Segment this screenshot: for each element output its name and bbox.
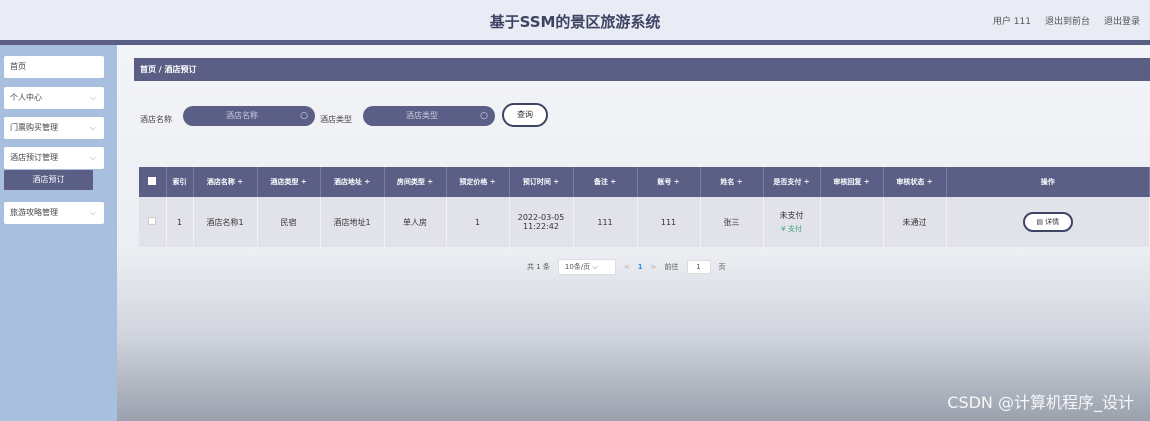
col-room-type[interactable]: 房间类型 ÷ [384,167,447,197]
sidebar-item-label: 首页 [10,62,26,71]
sidebar-item-travel-guide-management[interactable]: 旅游攻略管理 ⌵ [4,202,104,224]
sidebar-item-label: 门票购买管理 [10,123,58,132]
pagination: 共 1 条 10条/页 ⌵ < 1 > 前往 1 页 [527,259,726,275]
hotel-name-label: 酒店名称 [140,115,172,124]
booking-clock: 11:22:42 [523,222,559,231]
sidebar: 首页 个人中心 ⌵ 门票购买管理 ⌵ 酒店预订管理 ⌵ 酒店预订 旅游攻略管理 ⌵ [0,45,117,421]
col-review-reply[interactable]: 审核回复 ÷ [820,167,884,197]
top-header: 基于SSM的景区旅游系统 用户 111 退出到前台 退出登录 [0,0,1150,40]
goto-label: 前往 [664,263,679,271]
sidebar-item-hotel-booking-management[interactable]: 酒店预订管理 ⌵ [4,147,104,169]
col-paid[interactable]: 是否支付 ÷ [763,167,821,197]
pay-link[interactable]: ¥ 支付 [764,224,820,234]
search-icon: ○ [300,111,308,121]
col-remark[interactable]: 备注 ÷ [573,167,638,197]
current-page[interactable]: 1 [638,263,643,271]
back-to-front-link[interactable]: 退出到前台 [1045,14,1090,27]
col-name[interactable]: 姓名 ÷ [700,167,764,197]
cell-hotel-type: 民宿 [257,197,321,247]
cell-booking-time: 2022-03-05 11:22:42 [509,197,574,247]
cell-review-status: 未通过 [883,197,947,247]
col-hotel-type[interactable]: 酒店类型 ÷ [257,167,321,197]
table-row: 1 酒店名称1 民宿 酒店地址1 单人房 1 2022-03-05 11:22:… [139,197,1150,247]
app-title: 基于SSM的景区旅游系统 [489,13,661,31]
cell-hotel-name: 酒店名称1 [193,197,258,247]
hotel-name-input[interactable]: 酒店名称 ○ [183,106,315,126]
col-booking-time[interactable]: 预订时间 ÷ [509,167,574,197]
hotel-type-input[interactable]: 酒店类型 ○ [363,106,495,126]
watermark: CSDN @计算机程序_设计 [947,393,1134,412]
detail-button-label: 详情 [1045,218,1060,226]
prev-page-button[interactable]: < [624,263,630,271]
page-size-value: 10条/页 [564,263,591,271]
goto-page-input[interactable]: 1 [686,260,711,274]
detail-button[interactable]: ▤ 详情 [1022,212,1073,232]
hotel-type-placeholder: 酒店类型 [406,111,438,120]
table-header-row: 索引 酒店名称 ÷ 酒店类型 ÷ 酒店地址 ÷ 房间类型 ÷ 预定价格 ÷ 预订… [139,167,1150,197]
cell-review-reply [820,197,884,247]
header-actions: 用户 111 退出到前台 退出登录 [993,14,1140,27]
next-page-button[interactable]: > [651,263,657,271]
col-account[interactable]: 账号 ÷ [637,167,701,197]
cell-remark: 111 [573,197,638,247]
query-button[interactable]: 查询 [502,103,548,127]
chevron-down-icon: ⌵ [89,208,96,217]
cell-account: 111 [637,197,701,247]
logout-link[interactable]: 退出登录 [1104,14,1140,27]
sidebar-item-ticket-management[interactable]: 门票购买管理 ⌵ [4,117,104,139]
sidebar-item-label: 酒店预订 [32,175,65,184]
search-icon: ○ [480,111,488,121]
chevron-down-icon: ⌵ [89,123,96,132]
breadcrumb: 首页 / 酒店预订 [134,58,1150,81]
cell-name: 张三 [700,197,764,247]
cell-price: 1 [446,197,510,247]
col-hotel-name[interactable]: 酒店名称 ÷ [193,167,258,197]
sidebar-item-home[interactable]: 首页 [4,56,104,78]
sidebar-item-label: 旅游攻略管理 [10,208,58,217]
sidebar-item-label: 个人中心 [10,93,42,102]
paid-status: 未支付 [779,211,804,220]
cell-actions: ▤ 详情 [946,197,1150,247]
select-all-cell[interactable] [139,167,167,197]
row-checkbox[interactable] [148,217,157,225]
booking-date: 2022-03-05 [517,213,565,222]
user-label: 用户 111 [992,17,1031,27]
col-hotel-address[interactable]: 酒店地址 ÷ [320,167,385,197]
col-index[interactable]: 索引 [166,167,194,197]
col-review-status[interactable]: 审核状态 ÷ [883,167,947,197]
sidebar-item-personal-center[interactable]: 个人中心 ⌵ [4,87,104,109]
hotel-type-label: 酒店类型 [320,115,352,124]
cell-room-type: 单人房 [384,197,447,247]
main-content: 首页 / 酒店预订 酒店名称 酒店名称 ○ 酒店类型 酒店类型 ○ 查询 索引 … [117,45,1150,421]
select-all-checkbox[interactable] [148,177,157,185]
cell-index: 1 [166,197,194,247]
chevron-down-icon: ⌵ [89,93,96,102]
row-select-cell[interactable] [139,197,167,247]
booking-table: 索引 酒店名称 ÷ 酒店类型 ÷ 酒店地址 ÷ 房间类型 ÷ 预定价格 ÷ 预订… [139,167,1150,247]
sidebar-item-label: 酒店预订管理 [10,153,58,162]
total-count: 共 1 条 [527,263,550,271]
chevron-up-icon: ⌵ [89,153,96,162]
chevron-down-icon: ⌵ [592,263,598,271]
cell-hotel-address: 酒店地址1 [320,197,385,247]
cell-paid: 未支付 ¥ 支付 [763,197,821,247]
col-price[interactable]: 预定价格 ÷ [446,167,510,197]
document-icon: ▤ [1036,218,1043,226]
col-actions: 操作 [946,167,1150,197]
hotel-name-placeholder: 酒店名称 [226,111,258,120]
sidebar-item-hotel-booking[interactable]: 酒店预订 [4,170,93,190]
page-unit: 页 [718,263,726,271]
page-size-select[interactable]: 10条/页 ⌵ [557,259,616,275]
